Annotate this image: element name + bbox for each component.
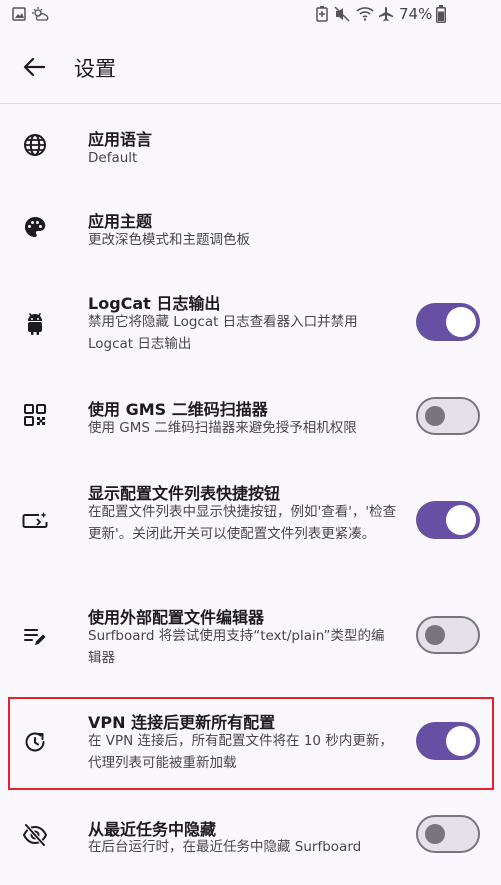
shortcut-button-icon (22, 508, 48, 534)
setting-update-profiles-after-vpn[interactable]: VPN 连接后更新所有配置 在 VPN 连接后，所有配置文件将在 10 秒内更新… (0, 694, 501, 798)
setting-external-profile-editor[interactable]: 使用外部配置文件编辑器 Surfboard 将尝试使用支持“text/plain… (0, 582, 501, 694)
wifi-icon (356, 6, 374, 25)
weather-icon (32, 6, 50, 25)
setting-subtitle: 在后台运行时，在最近任务中隐藏 Surfboard (88, 839, 362, 855)
globe-icon (22, 132, 48, 158)
setting-subtitle: Surfboard 将尝试使用支持“text/plain”类型的编辑器 (88, 628, 385, 666)
gms-qr-scanner-toggle[interactable] (416, 397, 480, 435)
setting-app-language[interactable]: 应用语言 Default (0, 104, 501, 186)
back-button[interactable] (18, 51, 50, 83)
toggle-knob (425, 824, 445, 844)
setting-subtitle: 在配置文件列表中显示快捷按钮，例如'查看'，'检查更新'。关闭此开关可以使配置文… (88, 504, 397, 542)
page-title: 设置 (74, 57, 116, 81)
setting-subtitle: 禁用它将隐藏 Logcat 日志查看器入口并禁用 Logcat 日志输出 (88, 314, 358, 352)
profile-shortcut-buttons-toggle[interactable] (416, 501, 480, 539)
airplane-mode-icon (378, 6, 394, 26)
update-icon (22, 729, 48, 755)
palette-icon (22, 214, 48, 240)
setting-subtitle: 更改深色模式和主题调色板 (88, 232, 250, 248)
battery-percentage: 74% (399, 5, 433, 23)
setting-subtitle: 在 VPN 连接后，所有配置文件将在 10 秒内更新，代理列表可能被重新加载 (88, 733, 393, 771)
external-profile-editor-toggle[interactable] (416, 616, 480, 654)
visibility-off-icon (22, 822, 48, 848)
battery-icon (436, 5, 446, 27)
gallery-icon (12, 6, 26, 25)
app-bar: 设置 (0, 30, 501, 104)
toggle-knob (446, 307, 476, 337)
update-profiles-after-vpn-toggle[interactable] (416, 722, 480, 760)
logcat-toggle[interactable] (416, 303, 480, 341)
android-icon (22, 310, 48, 336)
setting-subtitle: Default (88, 150, 138, 166)
qr-code-icon (22, 402, 48, 428)
edit-note-icon (22, 624, 48, 650)
toggle-knob (425, 625, 445, 645)
arrow-back-icon (23, 57, 45, 77)
setting-app-theme[interactable]: 应用主题 更改深色模式和主题调色板 (0, 186, 501, 268)
hide-from-recents-toggle[interactable] (416, 815, 480, 853)
battery-saver-icon (316, 6, 328, 26)
setting-subtitle: 使用 GMS 二维码扫描器来避免授予相机权限 (88, 420, 357, 436)
setting-gms-qr-scanner[interactable]: 使用 GMS 二维码扫描器 使用 GMS 二维码扫描器来避免授予相机权限 (0, 372, 501, 456)
status-bar: 74% (0, 0, 501, 30)
mute-icon (334, 6, 350, 26)
toggle-knob (446, 505, 476, 535)
setting-hide-from-recents[interactable]: 从最近任务中隐藏 在后台运行时，在最近任务中隐藏 Surfboard (0, 798, 501, 885)
toggle-knob (446, 726, 476, 756)
toggle-knob (425, 406, 445, 426)
setting-logcat[interactable]: LogCat 日志输出 禁用它将隐藏 Logcat 日志查看器入口并禁用 Log… (0, 268, 501, 372)
setting-profile-shortcut-buttons[interactable]: 显示配置文件列表快捷按钮 在配置文件列表中显示快捷按钮，例如'查看'，'检查更新… (0, 456, 501, 582)
